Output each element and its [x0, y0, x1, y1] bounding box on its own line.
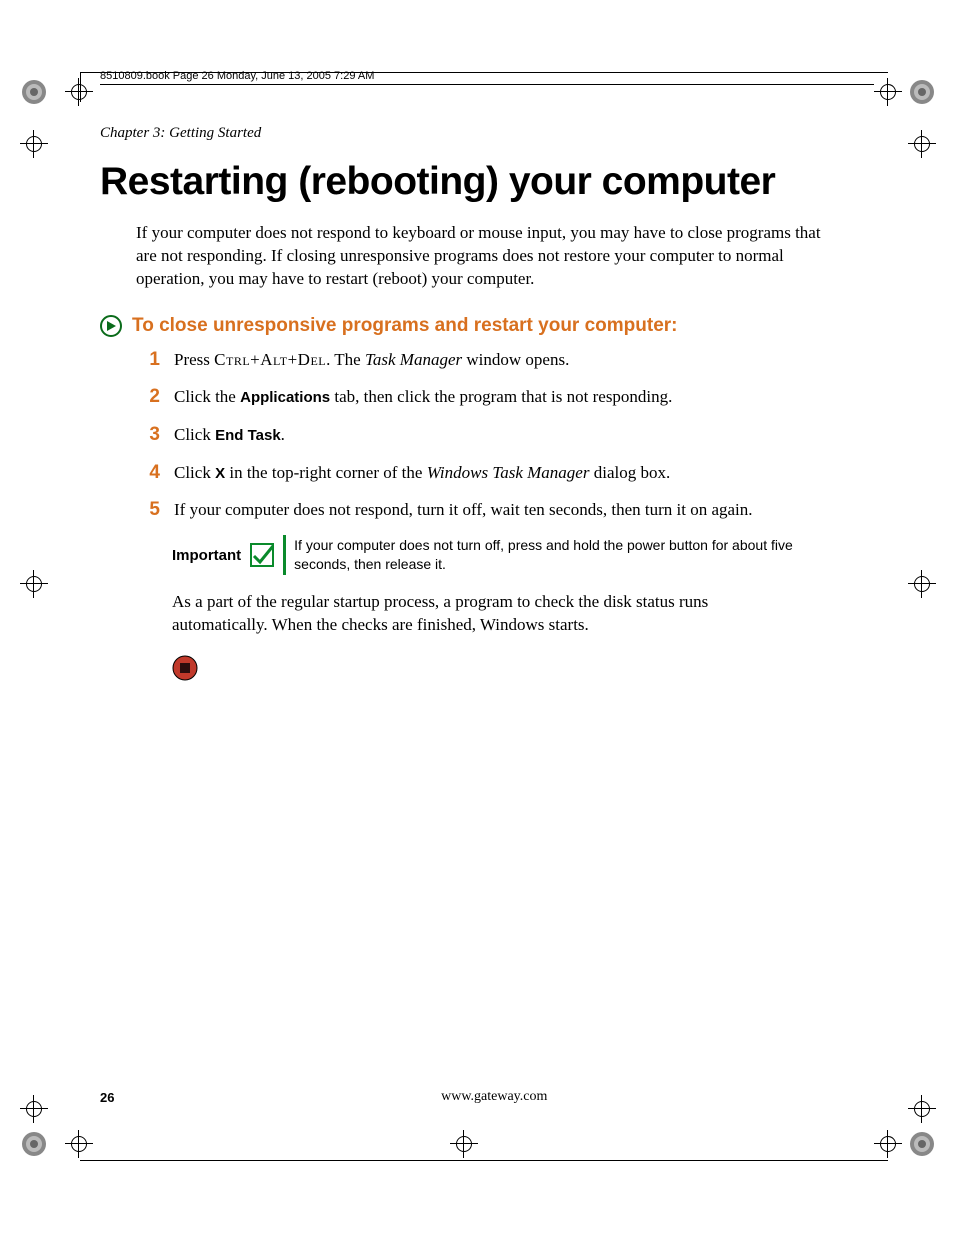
crosshair-icon [874, 1130, 902, 1158]
crosshair-icon [874, 78, 902, 106]
crop-line [80, 1160, 888, 1161]
step-text: If your computer does not respond, turn … [174, 499, 842, 522]
step-item: 4 Click X in the top-right corner of the … [142, 460, 842, 486]
chapter-line: Chapter 3: Getting Started [100, 125, 874, 142]
step-item: 5 If your computer does not respond, turn… [142, 497, 842, 523]
play-icon [100, 315, 122, 337]
stop-icon [172, 655, 198, 681]
step-number: 5 [142, 497, 160, 523]
procedure-heading-row: To close unresponsive programs and resta… [100, 315, 874, 337]
note-text: If your computer does not turn off, pres… [294, 536, 802, 574]
step-item: 3 Click End Task. [142, 422, 842, 448]
registration-rosette-icon [20, 78, 48, 106]
registration-rosette-icon [908, 78, 936, 106]
note-label: Important [172, 547, 241, 564]
crosshair-icon [908, 570, 936, 598]
registration-rosette-icon [908, 1130, 936, 1158]
step-number: 3 [142, 422, 160, 448]
crosshair-icon [20, 570, 48, 598]
page-footer: 26 www.gateway.com [100, 1089, 874, 1105]
crosshair-icon [20, 1095, 48, 1123]
footer-url: www.gateway.com [114, 1089, 874, 1105]
step-item: 2 Click the Applications tab, then click … [142, 384, 842, 410]
step-text: Click X in the top-right corner of the W… [174, 462, 842, 485]
registration-rosette-icon [20, 1130, 48, 1158]
steps-list: 1 Press Ctrl+Alt+Del. The Task Manager wi… [142, 347, 842, 523]
crosshair-icon [908, 1095, 936, 1123]
crop-line [80, 72, 81, 102]
step-number: 4 [142, 460, 160, 486]
running-header: 8510809.book Page 26 Monday, June 13, 20… [100, 70, 874, 85]
page-number: 26 [100, 1090, 114, 1105]
page-content: 8510809.book Page 26 Monday, June 13, 20… [100, 70, 874, 1155]
crosshair-icon [908, 130, 936, 158]
note-divider [283, 535, 286, 575]
intro-paragraph: If your computer does not respond to key… [136, 222, 836, 291]
step-item: 1 Press Ctrl+Alt+Del. The Task Manager wi… [142, 347, 842, 373]
crosshair-icon [65, 78, 93, 106]
after-note-paragraph: As a part of the regular startup process… [172, 591, 802, 637]
important-note: Important If your computer does not turn… [172, 535, 802, 575]
step-text: Click End Task. [174, 424, 842, 447]
procedure-heading: To close unresponsive programs and resta… [132, 315, 678, 337]
step-text: Click the Applications tab, then click t… [174, 386, 842, 409]
checkmark-icon [249, 542, 275, 568]
step-number: 1 [142, 347, 160, 373]
crosshair-icon [20, 130, 48, 158]
page-title: Restarting (rebooting) your computer [100, 160, 874, 204]
crosshair-icon [65, 1130, 93, 1158]
step-number: 2 [142, 384, 160, 410]
step-text: Press Ctrl+Alt+Del. The Task Manager win… [174, 349, 842, 372]
